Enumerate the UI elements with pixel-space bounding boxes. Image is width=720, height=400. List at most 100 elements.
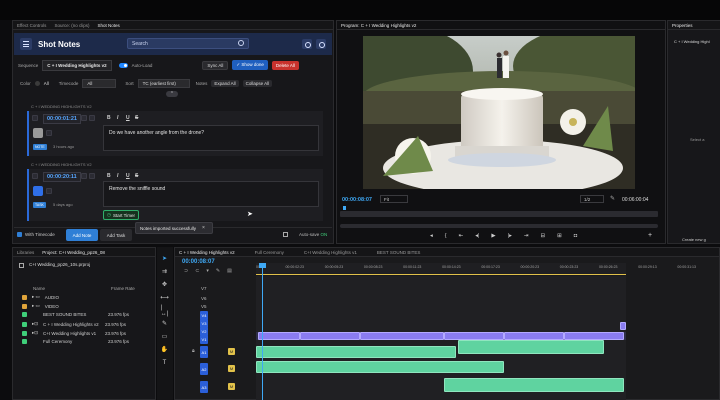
timeline-timecode[interactable]: 00:00:08:07: [182, 259, 215, 265]
video-clip[interactable]: [504, 332, 564, 340]
video-clip[interactable]: [564, 332, 624, 340]
selection-tool-icon[interactable]: ➤: [161, 255, 168, 262]
video-clip[interactable]: [300, 332, 360, 340]
tab-project[interactable]: Project: C+I Wedding_pp26_08: [42, 250, 105, 255]
add-note-button[interactable]: Add Note: [66, 229, 98, 241]
toast-close-icon[interactable]: ×: [202, 225, 205, 231]
italic-button[interactable]: I: [117, 115, 118, 121]
italic-button[interactable]: I: [117, 173, 118, 179]
quality-select[interactable]: 1/2: [580, 195, 604, 203]
strikethrough-button[interactable]: S: [135, 173, 138, 179]
video-clip[interactable]: [620, 322, 626, 330]
pen-icon[interactable]: ✎: [161, 320, 168, 327]
menu-icon[interactable]: [20, 38, 32, 50]
note-text[interactable]: Remove the sniffle sound: [103, 181, 319, 207]
playhead-marker[interactable]: [343, 206, 346, 210]
sort-select[interactable]: TC (earliest first): [137, 78, 190, 88]
add-marker-icon[interactable]: ▾: [206, 268, 209, 274]
audio-clip[interactable]: [256, 361, 504, 373]
rectangle-icon[interactable]: ▭: [161, 333, 168, 340]
mark-in-icon[interactable]: ◂: [430, 233, 433, 241]
start-timer-button[interactable]: ◷ Start Timer: [103, 210, 139, 220]
note-timecode[interactable]: 00:00:20:11: [43, 172, 81, 182]
note-text[interactable]: Do we have another angle from the drone?: [103, 125, 319, 151]
video-clip[interactable]: [258, 332, 300, 340]
project-item[interactable]: Full Ceremony 23.976 fps: [22, 339, 129, 344]
program-zoom-bar[interactable]: [340, 224, 658, 228]
collapse-icon[interactable]: [32, 173, 38, 179]
underline-button[interactable]: U: [126, 115, 130, 121]
step-back-icon[interactable]: ◂|: [475, 233, 479, 241]
track-label-v6[interactable]: V6: [201, 296, 207, 301]
collapse-icon[interactable]: [32, 115, 38, 121]
sparkle-icon[interactable]: [302, 39, 312, 49]
project-item[interactable]: ▸⊡ C+I Wedding Highlights v1 23.976 fps: [22, 330, 126, 336]
expand-all-button[interactable]: Expand All: [211, 79, 239, 87]
link-icon[interactable]: [89, 173, 95, 179]
track-label-a1[interactable]: A1: [200, 346, 208, 358]
settings-icon[interactable]: ✎: [216, 268, 220, 274]
collapse-all-button[interactable]: Collapse All: [242, 79, 273, 87]
note-color-swatch[interactable]: [33, 128, 43, 138]
add-icon[interactable]: [81, 115, 87, 121]
add-task-button[interactable]: Add Task: [100, 229, 132, 241]
track-label-v7[interactable]: V7: [201, 286, 207, 291]
timecode-filter-select[interactable]: All: [82, 78, 117, 88]
search-input[interactable]: Search: [127, 38, 249, 49]
tab-properties[interactable]: Properties: [672, 23, 693, 28]
wrench-icon[interactable]: ✎: [610, 195, 615, 202]
tab-sequence[interactable]: BEST SOUND BITES: [377, 250, 420, 255]
tab-program[interactable]: Program: C + I Wedding Highlights v2: [341, 23, 416, 28]
show-done-button[interactable]: ✓ Show done: [232, 60, 268, 70]
mark-out-icon[interactable]: {: [445, 233, 447, 241]
column-name[interactable]: Name: [33, 286, 45, 291]
project-item[interactable]: BEST SOUND BITES 23.976 fps: [22, 312, 129, 317]
mute-button[interactable]: M: [228, 365, 235, 372]
add-button-icon[interactable]: +: [648, 232, 652, 239]
play-icon[interactable]: ▶: [491, 233, 495, 241]
export-frame-icon[interactable]: ◘: [574, 233, 577, 241]
color-filter-value[interactable]: All: [44, 81, 49, 86]
audio-clip[interactable]: [256, 346, 456, 358]
sync-all-button[interactable]: Sync All: [202, 60, 229, 70]
note-tag[interactable]: TASK: [33, 202, 46, 208]
program-timecode[interactable]: 00:00:08:07: [342, 197, 372, 203]
tab-sequence[interactable]: C+I Wedding Highlights v1: [304, 250, 357, 255]
track-label-a3[interactable]: A3: [200, 381, 208, 393]
project-item[interactable]: ▸ ▭ AUDIO: [22, 294, 59, 300]
track-label-a2[interactable]: A2: [200, 363, 208, 375]
underline-button[interactable]: U: [126, 173, 130, 179]
note-timecode[interactable]: 00:00:01:21: [43, 114, 81, 124]
captions-icon[interactable]: ▤: [227, 268, 232, 274]
track-label-v1[interactable]: V1: [200, 335, 208, 344]
lock-icon[interactable]: 🔒︎: [192, 348, 195, 354]
bold-button[interactable]: B: [107, 115, 111, 121]
razor-icon[interactable]: ⟷: [160, 294, 169, 301]
lift-icon[interactable]: ⊟: [540, 233, 545, 241]
type-icon[interactable]: T: [161, 359, 168, 366]
project-item[interactable]: ▸⊡ C + I Wedding Highlights v2 23.976 fps: [22, 321, 126, 327]
mute-button[interactable]: M: [228, 383, 235, 390]
add-icon[interactable]: [81, 173, 87, 179]
linked-selection-icon[interactable]: ⊂: [195, 268, 199, 274]
track-select-icon[interactable]: ⇉: [161, 268, 168, 275]
tab-libraries[interactable]: Libraries: [17, 250, 34, 255]
video-clip[interactable]: [360, 332, 444, 340]
fit-select[interactable]: Fit: [380, 195, 408, 203]
tab-sequence[interactable]: C + I Wedding Highlights v2: [179, 250, 235, 255]
tab-source[interactable]: Source: (no clips): [54, 23, 89, 28]
go-to-in-icon[interactable]: ⇤: [459, 233, 464, 241]
sequence-select[interactable]: C + I Wedding Highlights v2: [42, 59, 112, 71]
go-to-out-icon[interactable]: ⇥: [524, 233, 529, 241]
with-timecode-checkbox[interactable]: [17, 232, 22, 237]
link-icon[interactable]: [89, 115, 95, 121]
extract-icon[interactable]: ⊞: [557, 233, 562, 241]
program-scrubber[interactable]: [340, 211, 658, 217]
strikethrough-button[interactable]: S: [135, 115, 138, 121]
step-forward-icon[interactable]: |▸: [508, 233, 512, 241]
ripple-edit-icon[interactable]: ✥: [161, 281, 168, 288]
timeline-playhead[interactable]: [262, 263, 263, 400]
slip-icon[interactable]: |↔|: [161, 305, 169, 317]
delete-all-button[interactable]: Delete All: [271, 60, 299, 70]
mute-button[interactable]: M: [228, 348, 235, 355]
